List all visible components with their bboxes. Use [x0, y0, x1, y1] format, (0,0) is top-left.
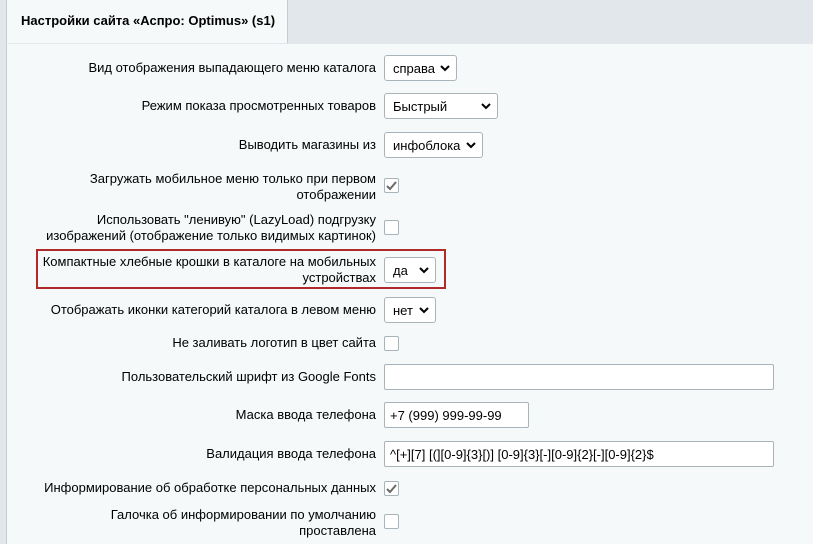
compact-breadcrumbs-value: да	[393, 263, 408, 278]
label-lazyload: Использовать "ленивую" (LazyLoad) подгру…	[46, 212, 376, 244]
label-compact-breadcrumbs: Компактные хлебные крошки в каталоге на …	[43, 254, 376, 286]
label-line: Загружать мобильное меню только при перв…	[89, 171, 376, 186]
lazyload-checkbox[interactable]	[384, 220, 399, 235]
label-default-checkbox: Галочка об информировании по умолчанию п…	[111, 507, 376, 539]
viewed-products-mode-select[interactable]: Быстрый	[384, 93, 498, 119]
stores-source-select[interactable]: инфоблока	[384, 132, 483, 158]
chevron-down-icon	[481, 103, 491, 110]
label-catalog-menu-view: Вид отображения выпадающего меню каталог…	[88, 60, 376, 75]
label-line: Использовать "ленивую" (LazyLoad) подгру…	[96, 212, 376, 227]
logo-color-checkbox[interactable]	[384, 336, 399, 351]
label-line: отображении	[296, 187, 376, 202]
label-google-font: Пользовательский шрифт из Google Fonts	[121, 369, 376, 384]
catalog-menu-view-select[interactable]: справа	[384, 55, 457, 81]
label-mobile-menu-load: Загружать мобильное меню только при перв…	[90, 171, 376, 203]
stores-source-value: инфоблока	[393, 138, 461, 153]
label-line: Галочка об информировании по умолчанию	[110, 507, 376, 522]
settings-panel	[6, 44, 813, 544]
label-phone-mask: Маска ввода телефона	[235, 407, 376, 422]
label-category-icons: Отображать иконки категорий каталога в л…	[50, 302, 376, 317]
catalog-menu-view-value: справа	[393, 61, 435, 76]
label-line: проставлена	[299, 523, 376, 538]
label-phone-validation: Валидация ввода телефона	[206, 446, 376, 461]
tab-title: Настройки сайта «Аспро: Optimus» (s1)	[21, 13, 276, 28]
label-line: устройствах	[302, 270, 376, 285]
tab-bar: Настройки сайта «Аспро: Optimus» (s1)	[0, 0, 813, 44]
label-stores-source: Выводить магазины из	[238, 137, 376, 152]
chevron-down-icon	[419, 307, 429, 314]
label-line: изображений (отображение только видимых …	[46, 228, 376, 243]
label-viewed-products-mode: Режим показа просмотренных товаров	[141, 98, 376, 113]
phone-mask-value: +7 (999) 999-99-99	[390, 408, 502, 423]
chevron-down-icon	[466, 142, 476, 149]
mobile-menu-load-checkbox[interactable]	[384, 178, 399, 193]
google-font-input[interactable]	[384, 364, 774, 390]
label-personal-data-info: Информирование об обработке персональных…	[44, 480, 376, 495]
personal-data-info-checkbox[interactable]	[384, 481, 399, 496]
label-logo-color: Не заливать логотип в цвет сайта	[172, 335, 376, 350]
default-info-checkbox[interactable]	[384, 514, 399, 529]
chevron-down-icon	[440, 65, 450, 72]
phone-validation-value: ^[+][7] [(][0-9]{3}[)] [0-9]{3}[-][0-9]{…	[390, 447, 654, 462]
category-icons-value: нет	[393, 303, 413, 318]
check-icon	[386, 181, 397, 191]
chevron-down-icon	[419, 267, 429, 274]
check-icon	[386, 484, 397, 494]
phone-mask-input[interactable]: +7 (999) 999-99-99	[384, 402, 529, 428]
phone-validation-input[interactable]: ^[+][7] [(][0-9]{3}[)] [0-9]{3}[-][0-9]{…	[384, 441, 774, 467]
tab-site-settings[interactable]: Настройки сайта «Аспро: Optimus» (s1)	[6, 0, 288, 43]
label-line: Компактные хлебные крошки в каталоге на …	[42, 254, 376, 269]
category-icons-select[interactable]: нет	[384, 297, 436, 323]
viewed-products-mode-value: Быстрый	[393, 99, 448, 114]
compact-breadcrumbs-select[interactable]: да	[384, 257, 436, 283]
